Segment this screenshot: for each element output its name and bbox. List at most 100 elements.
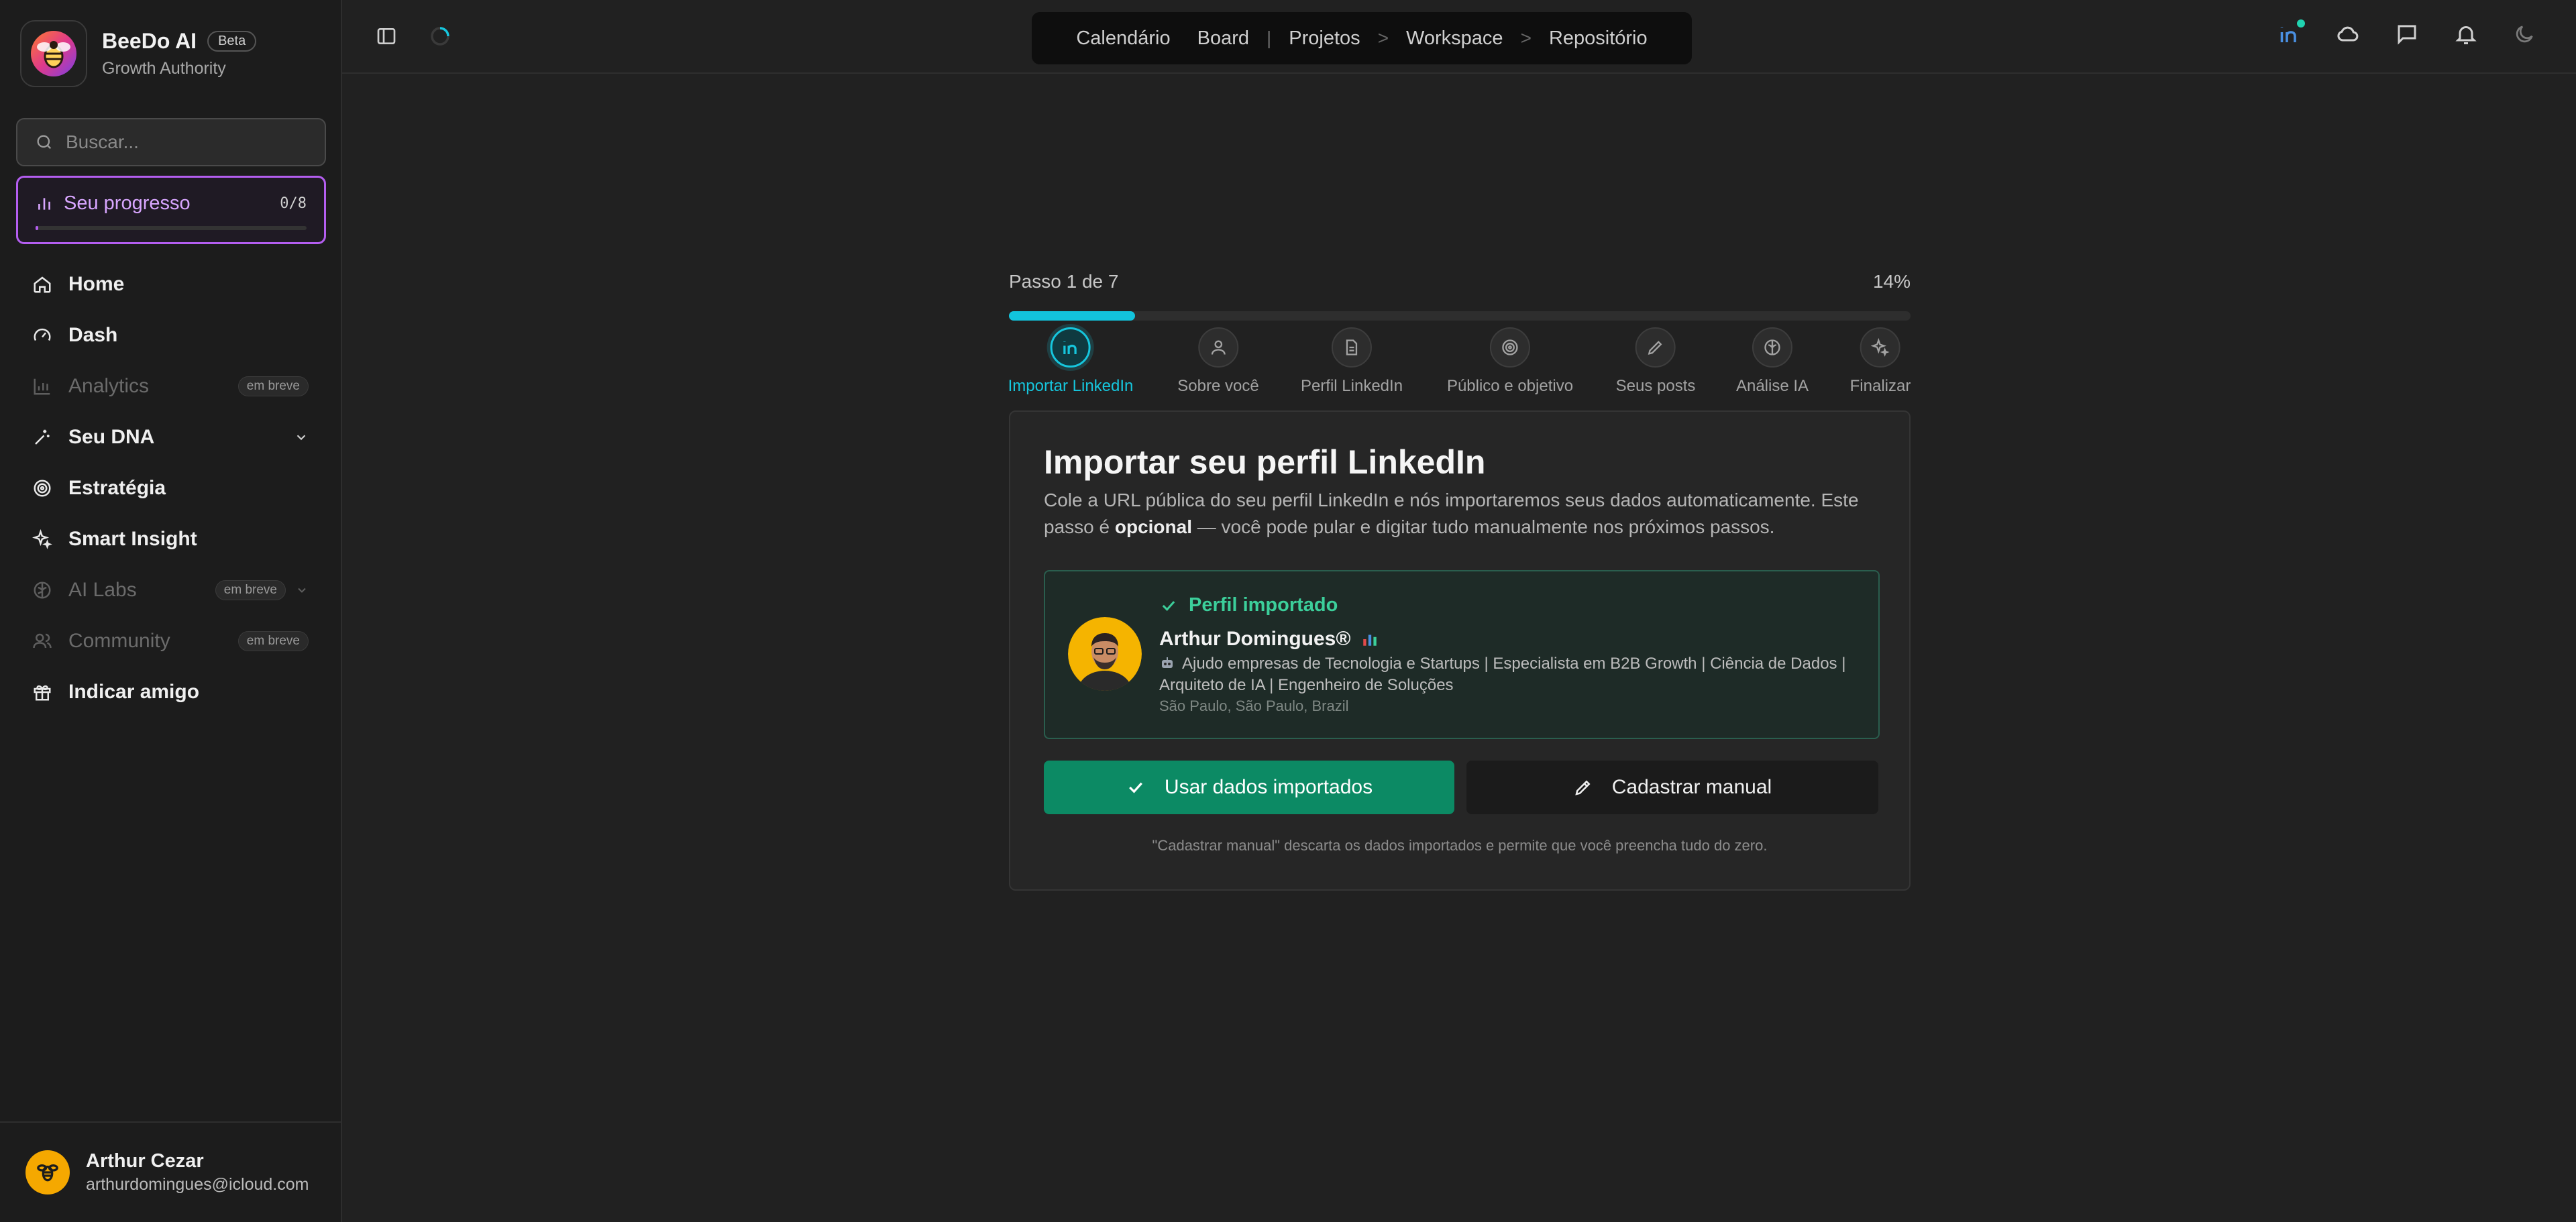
sidebar-item-dna[interactable]: Seu DNA [0, 412, 342, 463]
sidebar-item-label: Home [68, 273, 125, 295]
notifications-button[interactable] [2454, 22, 2478, 46]
theme-toggle-button[interactable] [2513, 23, 2536, 46]
target-icon [1502, 339, 1518, 355]
nav-separator: | [1267, 27, 1272, 48]
step-label: Finalizar [1849, 377, 1911, 395]
breadcrumb-projetos[interactable]: Projetos [1275, 27, 1373, 50]
user-email: arthurdomingues@icloud.com [86, 1175, 309, 1194]
step-sobre-voce[interactable]: Sobre você [1177, 327, 1259, 396]
progress-bar [36, 226, 307, 230]
button-label: Usar dados importados [1164, 776, 1373, 798]
sidebar-item-label: Smart Insight [68, 528, 197, 550]
profile-avatar [1068, 617, 1142, 691]
top-nav: Calendário Board | Projetos > Workspace … [1032, 12, 1692, 64]
users-icon [33, 633, 52, 649]
robot-emoji-icon [1159, 655, 1175, 671]
sidebar-item-indicar[interactable]: Indicar amigo [0, 667, 342, 718]
document-icon [1346, 339, 1358, 355]
sidebar-nav: Home Dash Analytics em breve Seu DNA Est… [0, 259, 342, 718]
cloud-icon [2337, 26, 2359, 42]
profile-headline: Ajudo empresas de Tecnologia e Startups … [1159, 653, 1857, 696]
message-icon [2398, 25, 2416, 45]
linkedin-button[interactable] [2277, 19, 2305, 46]
step-analise-ia[interactable]: Análise IA [1736, 327, 1809, 396]
wizard-progress-bar [1009, 311, 1911, 321]
search-input[interactable]: Buscar... [16, 118, 326, 166]
step-label: Perfil LinkedIn [1300, 377, 1403, 395]
sparkles-icon [1870, 338, 1890, 357]
cloud-button[interactable] [2336, 22, 2360, 46]
sidebar-item-smart-insight[interactable]: Smart Insight [0, 514, 342, 565]
use-imported-data-button[interactable]: Usar dados importados [1044, 761, 1454, 814]
user-profile[interactable]: Arthur Cezar arthurdomingues@icloud.com [0, 1121, 342, 1222]
onboarding-wizard: Passo 1 de 7 14% Importar LinkedIn Sobre… [1008, 271, 1911, 891]
chevron-down-icon[interactable] [294, 430, 309, 445]
sidebar-item-analytics: Analytics em breve [0, 361, 342, 412]
target-icon [34, 480, 51, 497]
sidebar-item-label: Estratégia [68, 477, 166, 499]
import-linkedin-card: Importar seu perfil LinkedIn Cole a URL … [1009, 410, 1911, 891]
nav-link-calendario[interactable]: Calendário [1063, 27, 1183, 50]
step-label: Sobre você [1177, 377, 1259, 395]
beedo-logo-icon [20, 20, 87, 87]
import-status: Perfil importado [1189, 594, 1338, 616]
sidebar-item-dash[interactable]: Dash [0, 310, 342, 361]
status-dot [2297, 19, 2305, 27]
step-label: Análise IA [1735, 377, 1809, 395]
sidebar-item-label: Analytics [68, 375, 150, 397]
helper-note: "Cadastrar manual" descarta os dados imp… [1152, 837, 1768, 854]
search-placeholder: Buscar... [66, 131, 139, 152]
sidebar-item-community: Community em breve [0, 616, 342, 667]
page-title: Importar seu perfil LinkedIn [1044, 443, 1486, 481]
progress-label: Seu progresso [64, 192, 191, 214]
breadcrumb-repositorio[interactable]: Repositório [1536, 27, 1661, 50]
pencil-icon [1575, 780, 1591, 795]
coming-soon-badge: em breve [237, 631, 309, 651]
gauge-icon [34, 328, 51, 341]
step-perfil-linkedin[interactable]: Perfil LinkedIn [1301, 327, 1403, 396]
button-label: Cadastrar manual [1611, 776, 1772, 798]
sidebar-item-label: Community [68, 630, 170, 652]
step-list: Importar LinkedIn Sobre você Perfil Link… [1008, 327, 1911, 401]
sparkles-icon [32, 529, 52, 549]
breadcrumb-workspace[interactable]: Workspace [1393, 27, 1517, 50]
progress-card[interactable]: Seu progresso 0/8 [16, 176, 326, 244]
search-icon [37, 135, 52, 150]
step-indicator: Passo 1 de 7 [1009, 271, 1119, 292]
sparkle-wand-icon [35, 429, 50, 445]
progress-percent: 14% [1872, 271, 1911, 292]
brain-icon [1764, 339, 1780, 355]
gift-icon [34, 685, 51, 701]
messages-button[interactable] [2395, 22, 2419, 46]
headline-text: Ajudo empresas de Tecnologia e Startups … [1159, 655, 1846, 694]
breadcrumb-separator: > [1377, 27, 1389, 48]
bar-chart-icon [34, 378, 50, 395]
brain-icon [34, 581, 51, 599]
chevron-down-icon [298, 588, 306, 593]
check-icon [1162, 600, 1175, 611]
sidebar-toggle-icon[interactable] [376, 25, 397, 47]
bar-chart-icon [38, 197, 50, 210]
step-importar-linkedin[interactable]: Importar LinkedIn [1008, 327, 1134, 396]
bee-icon [37, 1164, 58, 1182]
manual-register-button[interactable]: Cadastrar manual [1466, 761, 1878, 814]
step-finalizar[interactable]: Finalizar [1850, 327, 1911, 396]
sidebar-item-home[interactable]: Home [0, 259, 342, 310]
sidebar-item-label: Dash [68, 324, 118, 346]
sidebar-item-label: AI Labs [68, 579, 137, 601]
nav-link-board[interactable]: Board [1184, 27, 1263, 50]
step-seus-posts[interactable]: Seus posts [1615, 327, 1696, 396]
moon-icon [2516, 25, 2533, 43]
imported-profile-panel: Perfil importado Arthur Domingues® Ajudo… [1044, 570, 1880, 739]
sidebar-item-label: Indicar amigo [68, 681, 200, 703]
desc-text: — você pode pular e digitar tudo manualm… [1191, 516, 1775, 537]
sidebar-item-estrategia[interactable]: Estratégia [0, 463, 342, 514]
brand[interactable]: BeeDo AI Beta Growth Authority [20, 20, 257, 87]
beta-badge: Beta [207, 31, 257, 52]
chart-emoji-icon [1363, 634, 1377, 646]
step-publico-objetivo[interactable]: Público e objetivo [1447, 327, 1573, 396]
bell-icon [2455, 26, 2477, 44]
step-label: Seus posts [1615, 377, 1696, 395]
step-label: Importar LinkedIn [1008, 377, 1134, 395]
progress-count: 0/8 [280, 195, 307, 212]
